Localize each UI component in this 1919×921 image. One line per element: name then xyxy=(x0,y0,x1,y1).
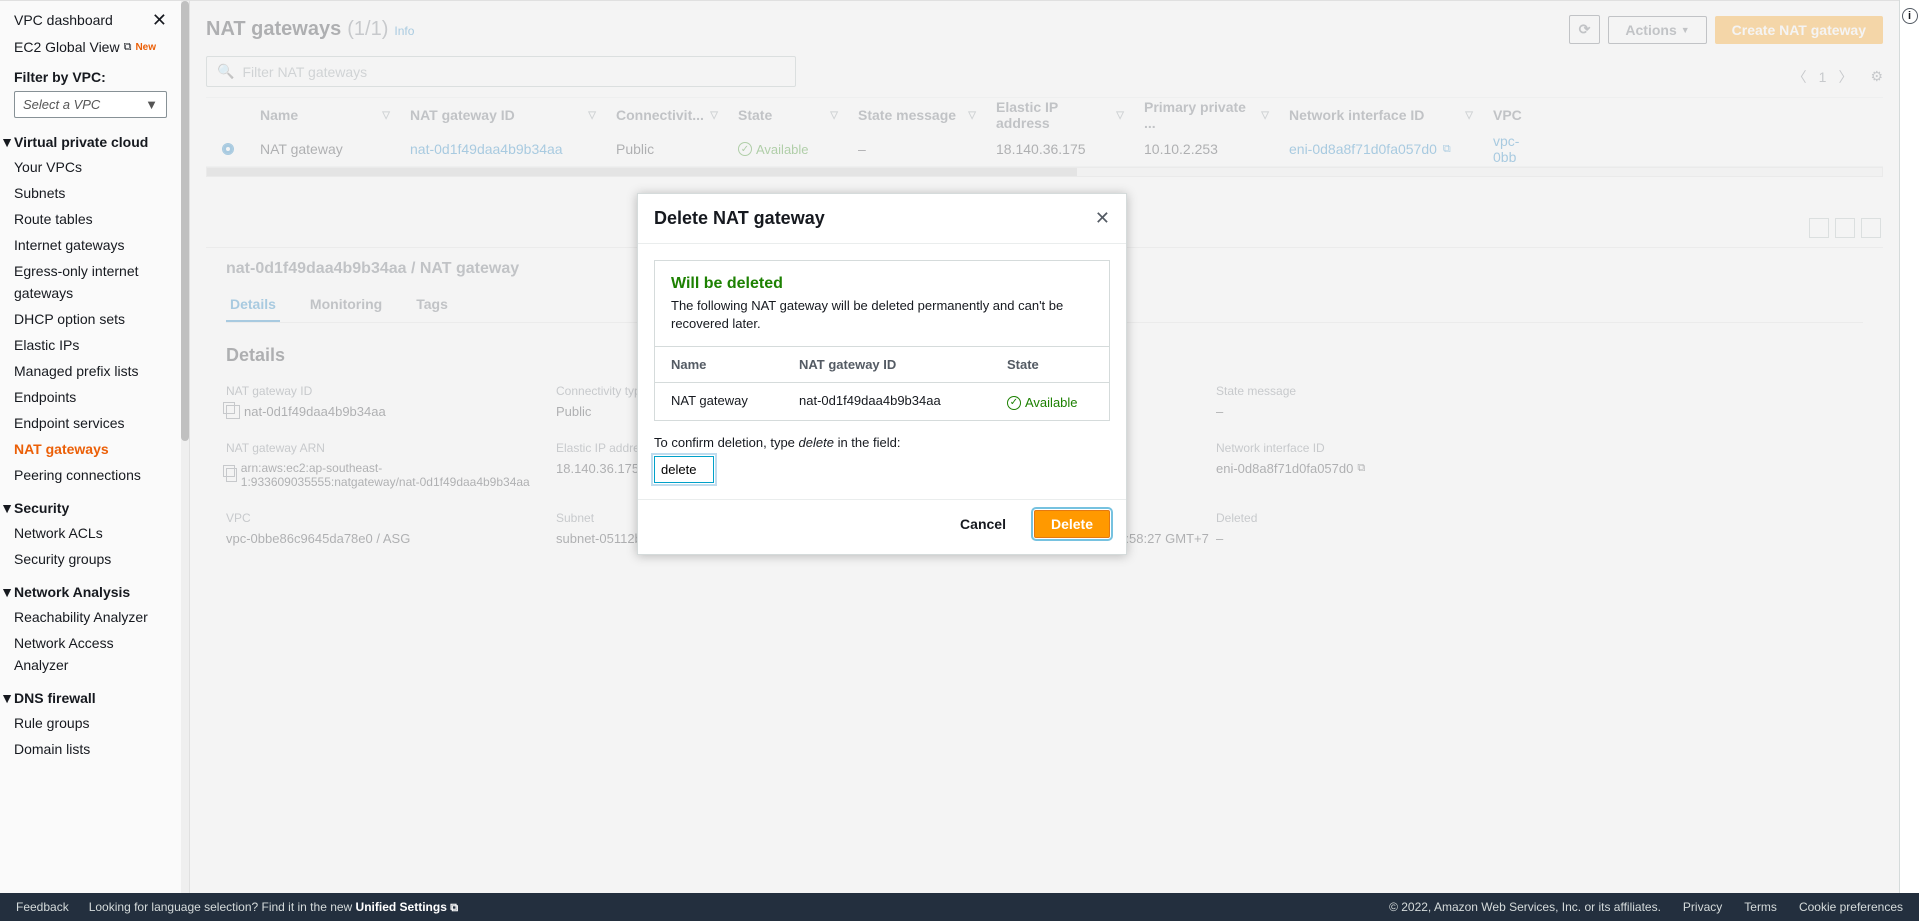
nav-internet-gateways[interactable]: Internet gateways xyxy=(14,234,167,256)
delete-button[interactable]: Delete xyxy=(1034,510,1110,538)
delete-nat-gateway-modal: Delete NAT gateway ✕ Will be deleted The… xyxy=(637,193,1127,555)
confirm-label: To confirm deletion, type delete in the … xyxy=(654,435,1110,450)
nav-your-vpcs[interactable]: Your VPCs xyxy=(14,156,167,178)
privacy-link[interactable]: Privacy xyxy=(1683,900,1722,914)
warn-title: Will be deleted xyxy=(671,275,1093,293)
nav-peering[interactable]: Peering connections xyxy=(14,464,167,486)
modal-title: Delete NAT gateway xyxy=(654,208,825,229)
copyright: © 2022, Amazon Web Services, Inc. or its… xyxy=(1389,900,1661,914)
sidebar: VPC dashboard ✕ EC2 Global View ⧉ New Fi… xyxy=(0,1,190,893)
filter-label: Filter by VPC: xyxy=(14,69,167,85)
sidebar-scrollbar[interactable] xyxy=(181,1,189,893)
ec2-global-view-link[interactable]: EC2 Global View xyxy=(14,39,120,55)
nav-nat-gateways[interactable]: NAT gateways xyxy=(14,438,167,460)
vpc-select-placeholder: Select a VPC xyxy=(23,97,100,112)
unified-settings-link[interactable]: Unified Settings ⧉ xyxy=(356,900,459,914)
feedback-link[interactable]: Feedback xyxy=(16,900,69,914)
terms-link[interactable]: Terms xyxy=(1744,900,1777,914)
nav-security-groups[interactable]: Security groups xyxy=(14,548,167,570)
nav-endpoint-services[interactable]: Endpoint services xyxy=(14,412,167,434)
nav-route-tables[interactable]: Route tables xyxy=(14,208,167,230)
nav-endpoints[interactable]: Endpoints xyxy=(14,386,167,408)
nav-managed-prefix[interactable]: Managed prefix lists xyxy=(14,360,167,382)
external-link-icon: ⧉ xyxy=(124,41,132,54)
chevron-down-icon: ▼ xyxy=(145,97,158,112)
footer: Feedback Looking for language selection?… xyxy=(0,893,1919,921)
modal-table-row: NAT gateway nat-0d1f49daa4b9b34aa ✓Avail… xyxy=(655,383,1109,420)
new-badge: New xyxy=(135,42,156,53)
external-link-icon: ⧉ xyxy=(450,902,458,914)
nav-elastic-ips[interactable]: Elastic IPs xyxy=(14,334,167,356)
confirm-input[interactable] xyxy=(654,456,714,483)
nav-subnets[interactable]: Subnets xyxy=(14,182,167,204)
nav-rule-groups[interactable]: Rule groups xyxy=(14,712,167,734)
section-analysis[interactable]: ▼Network Analysis xyxy=(0,584,167,600)
nav-reachability-analyzer[interactable]: Reachability Analyzer xyxy=(14,606,167,628)
section-security[interactable]: ▼Security xyxy=(0,500,167,516)
nav-network-access-analyzer[interactable]: Network Access Analyzer xyxy=(14,632,167,676)
check-icon: ✓ xyxy=(1007,396,1021,410)
footer-lang-text: Looking for language selection? Find it … xyxy=(89,900,356,914)
nav-egress-gateways[interactable]: Egress-only internet gateways xyxy=(14,260,167,304)
nav-domain-lists[interactable]: Domain lists xyxy=(14,738,167,760)
info-icon[interactable]: i xyxy=(1902,8,1918,24)
nav-dhcp-option-sets[interactable]: DHCP option sets xyxy=(14,308,167,330)
help-rail: i xyxy=(1899,0,1919,893)
section-vpc[interactable]: ▼Virtual private cloud xyxy=(0,134,167,150)
section-dns[interactable]: ▼DNS firewall xyxy=(0,690,167,706)
vpc-select[interactable]: Select a VPC ▼ xyxy=(14,91,167,118)
cookie-link[interactable]: Cookie preferences xyxy=(1799,900,1903,914)
vpc-dashboard-link[interactable]: VPC dashboard xyxy=(14,12,113,28)
close-icon[interactable]: ✕ xyxy=(1095,208,1110,229)
close-icon[interactable]: ✕ xyxy=(152,11,167,29)
nav-network-acls[interactable]: Network ACLs xyxy=(14,522,167,544)
warn-desc: The following NAT gateway will be delete… xyxy=(671,297,1093,332)
cancel-button[interactable]: Cancel xyxy=(944,510,1022,538)
